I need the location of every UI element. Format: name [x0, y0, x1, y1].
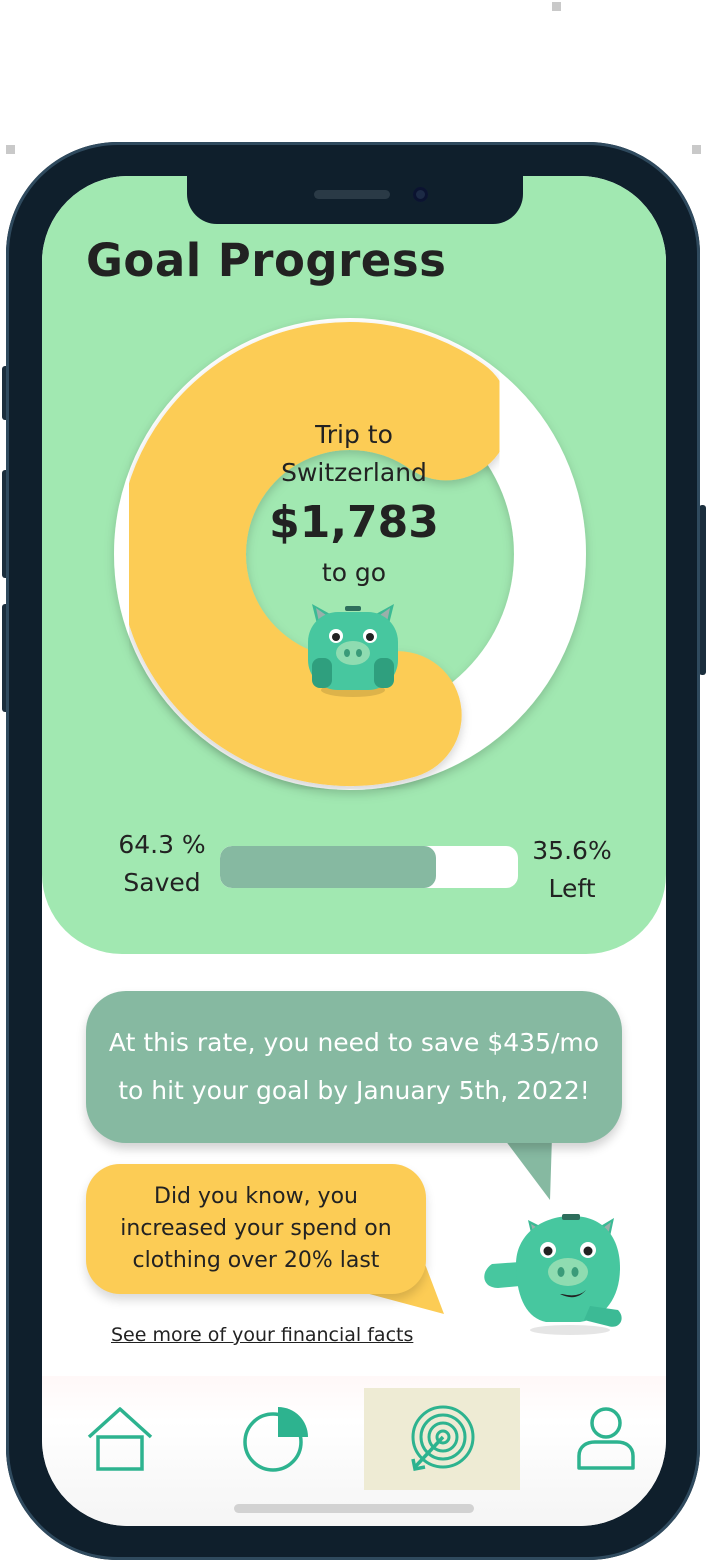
- canvas-marker: [692, 145, 701, 154]
- target-icon: [411, 1405, 475, 1472]
- savings-rate-message: At this rate, you need to save $435/mo t…: [86, 991, 622, 1143]
- savings-progress-bar: [220, 846, 518, 888]
- financial-facts-link[interactable]: See more of your financial facts: [111, 1324, 413, 1346]
- speaker-grille: [314, 190, 390, 199]
- app-screen: Goal Progress Trip to Switzerland $1,783…: [42, 176, 666, 1526]
- saved-percent: 64.3 %: [118, 830, 206, 859]
- goal-name-line1: Trip to: [315, 420, 393, 449]
- canvas-marker: [6, 145, 15, 154]
- left-percent: 35.6%: [532, 836, 612, 865]
- financial-fact-line2: increased your spend on: [120, 1216, 392, 1241]
- left-caption: Left: [548, 874, 596, 903]
- page-title: Goal Progress: [86, 234, 447, 287]
- tab-home[interactable]: [42, 1388, 198, 1490]
- home-icon: [87, 1407, 153, 1471]
- left-stat: 35.6% Left: [522, 832, 622, 908]
- saved-caption: Saved: [123, 868, 201, 897]
- canvas-marker: [552, 2, 561, 11]
- goal-summary: Trip to Switzerland $1,783 to go: [194, 416, 514, 592]
- pie-chart-icon: [243, 1407, 308, 1472]
- goal-remaining-amount: $1,783: [269, 497, 439, 548]
- tab-analytics[interactable]: [198, 1388, 354, 1490]
- financial-fact-line3: clothing over 20% last: [132, 1248, 380, 1273]
- goal-name-line2: Switzerland: [281, 458, 427, 487]
- piggy-bank-icon: [308, 604, 398, 697]
- home-indicator: [234, 1504, 474, 1513]
- profile-icon: [577, 1407, 635, 1470]
- financial-fact-line1: Did you know, you: [154, 1184, 358, 1209]
- tab-goals[interactable]: [364, 1388, 520, 1490]
- piggy-mascot-icon: [484, 1214, 622, 1335]
- front-camera: [413, 187, 428, 202]
- phone-power-button: [699, 505, 706, 675]
- tab-profile[interactable]: [528, 1388, 666, 1490]
- phone-notch: [187, 176, 523, 224]
- savings-rate-line1: At this rate, you need to save $435/mo: [108, 1028, 600, 1057]
- financial-fact-message: Did you know, you increased your spend o…: [86, 1164, 426, 1294]
- goal-remaining-suffix: to go: [321, 558, 387, 587]
- savings-progress-fill: [220, 846, 436, 888]
- savings-rate-line2: to hit your goal by January 5th, 2022!: [118, 1076, 590, 1105]
- speech-bubble-tail: [502, 1136, 552, 1200]
- goal-progress-card: Goal Progress Trip to Switzerland $1,783…: [42, 176, 666, 954]
- saved-stat: 64.3 % Saved: [112, 826, 212, 902]
